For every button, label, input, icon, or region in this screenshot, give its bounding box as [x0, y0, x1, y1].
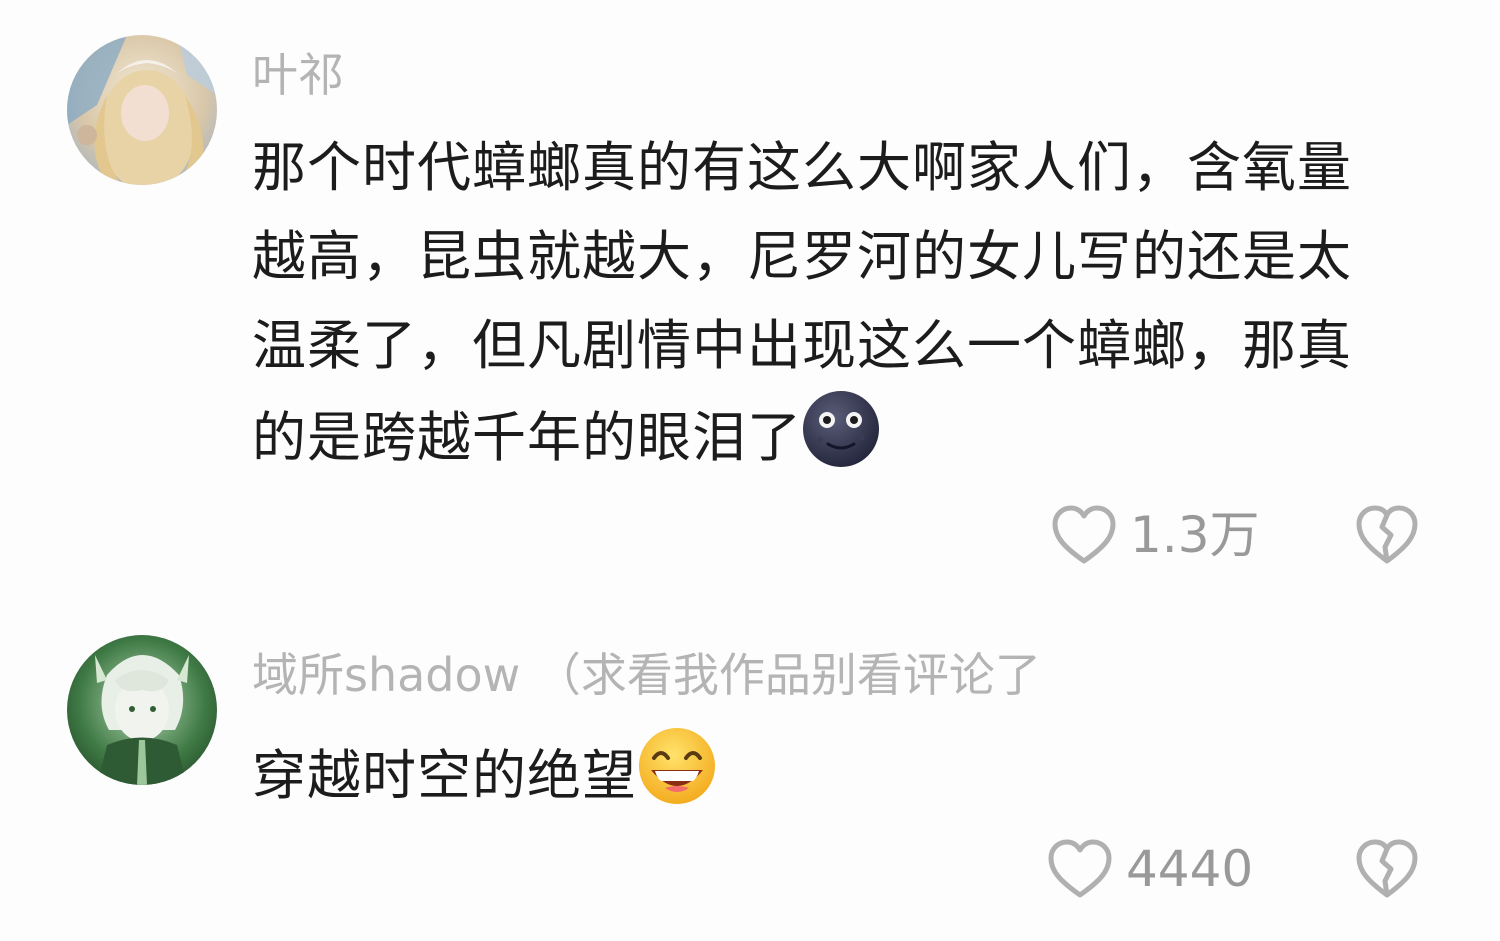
username[interactable]: 叶祁: [252, 45, 344, 105]
username[interactable]: 域所shadow （求看我作品别看评论了: [252, 645, 1041, 705]
dislike-button[interactable]: [1354, 837, 1420, 903]
like-count: 1.3万: [1130, 506, 1260, 564]
avatar[interactable]: [67, 635, 217, 785]
comment-item: 域所shadow （求看我作品别看评论了 穿越时空的绝望 4440: [0, 600, 1500, 941]
heart-outline-icon: [1050, 503, 1118, 567]
avatar[interactable]: [67, 35, 217, 185]
comment-text-content: 穿越时空的绝望: [252, 744, 637, 807]
new-moon-face-emoji: [802, 390, 880, 494]
like-count: 4440: [1126, 840, 1254, 898]
dislike-button[interactable]: [1354, 503, 1420, 569]
comment-text: 那个时代蟑螂真的有这么大啊家人们，含氧量越高，昆虫就越大，尼罗河的女儿写的还是太…: [252, 123, 1392, 494]
broken-heart-icon: [1354, 505, 1420, 571]
heart-outline-icon: [1046, 837, 1114, 901]
broken-heart-icon: [1354, 839, 1420, 905]
grinning-face-emoji: [637, 726, 717, 832]
comment-item: 叶祁 那个时代蟑螂真的有这么大啊家人们，含氧量越高，昆虫就越大，尼罗河的女儿写的…: [0, 0, 1500, 600]
like-button[interactable]: 1.3万: [1050, 502, 1260, 568]
like-button[interactable]: 4440: [1046, 836, 1253, 902]
comment-text: 穿越时空的绝望: [252, 726, 1392, 832]
